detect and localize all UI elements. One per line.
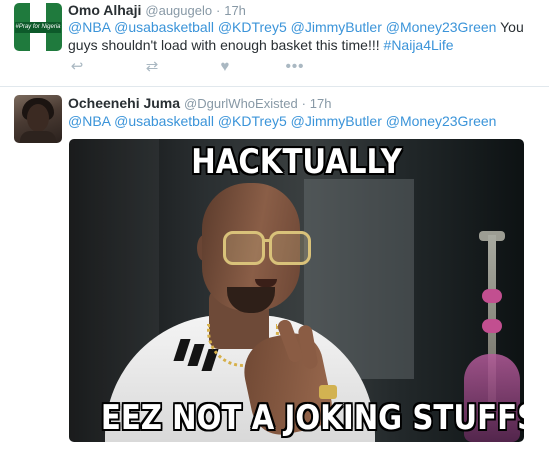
tweet-text: @NBA @usabasketball @KDTrey5 @JimmyButle… [68, 112, 538, 130]
reply-icon[interactable]: ↩ [68, 58, 86, 75]
avatar-caption: #Pray for Nigeria [15, 22, 61, 33]
like-icon[interactable]: ♥ [217, 58, 233, 75]
meme-bottom-caption: EEZ NOT A JOKING STUFFS [100, 398, 524, 438]
display-name[interactable]: Omo Alhaji [68, 2, 141, 18]
meme-top-caption: HACKTUALLY [191, 142, 402, 182]
username[interactable]: @augugelo [145, 3, 212, 18]
glasses-left-lens [223, 231, 265, 265]
watch [319, 385, 337, 399]
tweet[interactable]: #Pray for Nigeria Omo Alhaji @augugelo · … [0, 0, 549, 87]
avatar-face [27, 104, 49, 132]
retweet-icon[interactable]: ⇄ [142, 58, 162, 75]
separator: · [301, 96, 306, 111]
glasses-right-lens [269, 231, 311, 265]
separator: · [215, 3, 221, 18]
avatar-body [20, 131, 56, 143]
timestamp[interactable]: 17h [310, 96, 332, 111]
tweet-header: Omo Alhaji @augugelo · 17h [68, 2, 246, 18]
mentions[interactable]: @NBA @usabasketball @KDTrey5 @JimmyButle… [68, 19, 496, 35]
meme-image[interactable]: HACKTUALLY EEZ NOT A JOKING STUFFS [69, 139, 524, 442]
tweet-header: Ocheenehi Juma @DgurlWhoExisted · 17h [68, 95, 332, 111]
username[interactable]: @DgurlWhoExisted [184, 96, 298, 111]
hookah-bead [482, 319, 502, 333]
display-name[interactable]: Ocheenehi Juma [68, 95, 180, 111]
hashtag[interactable]: #Naija4Life [384, 37, 454, 53]
timestamp[interactable]: 17h [224, 3, 246, 18]
hookah-bead [482, 289, 502, 303]
mentions[interactable]: @NBA @usabasketball @KDTrey5 @JimmyButle… [68, 113, 496, 129]
avatar[interactable]: #Pray for Nigeria [14, 3, 62, 51]
avatar[interactable] [14, 95, 62, 143]
tweet-text: @NBA @usabasketball @KDTrey5 @JimmyButle… [68, 18, 538, 54]
more-icon[interactable]: ••• [286, 58, 304, 75]
tweet[interactable]: Ocheenehi Juma @DgurlWhoExisted · 17h @NB… [0, 87, 549, 452]
